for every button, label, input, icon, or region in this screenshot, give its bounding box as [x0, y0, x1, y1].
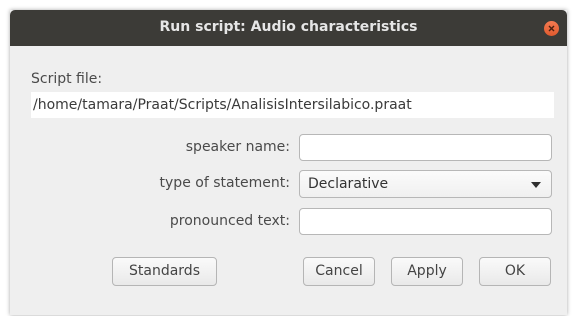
- dialog-window: Run script: Audio characteristics Script…: [10, 10, 567, 315]
- pronounced-text-label: pronounced text:: [169, 213, 290, 229]
- close-icon: [548, 25, 555, 32]
- dropdown-arrow-icon: [531, 182, 541, 188]
- script-file-label: Script file:: [31, 71, 103, 87]
- type-of-statement-label: type of statement:: [159, 175, 290, 191]
- window-title: Run script: Audio characteristics: [159, 19, 418, 35]
- title-bar[interactable]: Run script: Audio characteristics: [10, 10, 567, 46]
- type-of-statement-dropdown[interactable]: Declarative: [299, 170, 552, 198]
- apply-button[interactable]: Apply: [391, 257, 463, 286]
- speaker-name-input[interactable]: [299, 134, 552, 161]
- speaker-name-label: speaker name:: [185, 139, 290, 155]
- type-of-statement-value: Declarative: [308, 176, 389, 192]
- script-file-path: /home/tamara/Praat/Scripts/AnalisisInter…: [31, 92, 554, 118]
- ok-button[interactable]: OK: [479, 257, 551, 286]
- standards-button[interactable]: Standards: [112, 257, 217, 286]
- cancel-button[interactable]: Cancel: [303, 257, 375, 286]
- close-button[interactable]: [544, 21, 559, 36]
- pronounced-text-input[interactable]: [299, 208, 552, 235]
